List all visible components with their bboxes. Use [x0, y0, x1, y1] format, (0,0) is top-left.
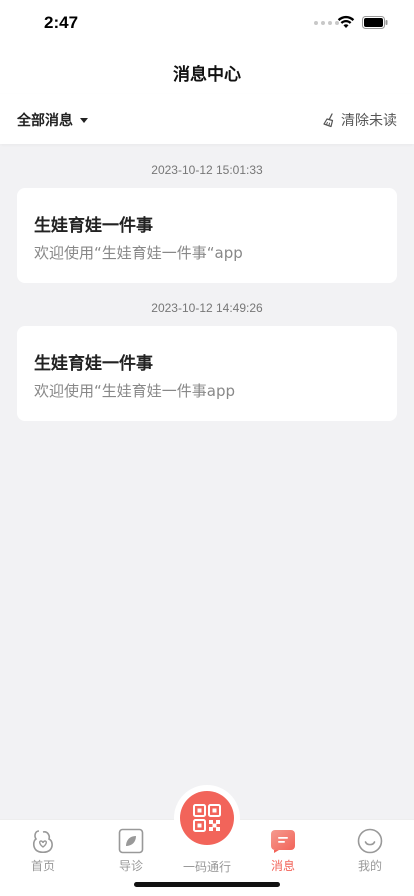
- caret-down-icon: [80, 117, 88, 123]
- tab-label: 我的: [357, 859, 382, 873]
- qr-pass-label: 一码通行: [182, 860, 231, 874]
- message-title: 生娃育娃一件事: [34, 216, 153, 236]
- message-timestamp: 2023-10-12 14:49:26: [151, 301, 263, 315]
- message-filter-dropdown[interactable]: 全部消息: [17, 110, 88, 130]
- broom-icon: [323, 112, 334, 127]
- qr-code-icon: [193, 804, 221, 832]
- clear-unread-label: 清除未读: [341, 113, 397, 129]
- tab-label: 消息: [270, 859, 295, 873]
- profile-icon: [357, 828, 383, 854]
- clear-unread-button[interactable]: 清除未读: [322, 110, 397, 130]
- message-body: 欢迎使用“生娃育娃一件事app: [34, 382, 236, 400]
- qr-pass-button[interactable]: [174, 785, 240, 851]
- battery-icon: [362, 16, 388, 29]
- tab-guide[interactable]: 导诊: [101, 828, 161, 874]
- wifi-icon: [337, 15, 355, 28]
- tab-home[interactable]: 首页: [13, 828, 73, 874]
- filter-label: 全部消息: [17, 113, 73, 129]
- tab-label: 导诊: [118, 859, 143, 873]
- signal-icon: [314, 21, 339, 25]
- nav-bar: 消息中心: [0, 48, 414, 94]
- tab-messages[interactable]: 消息: [253, 828, 313, 874]
- home-icon: [32, 830, 53, 854]
- tab-label: 首页: [30, 859, 55, 873]
- message-body: 欢迎使用“生娃育娃一件事“app: [34, 244, 243, 262]
- home-indicator: [134, 882, 280, 887]
- filter-bar: 全部消息 清除未读: [0, 94, 414, 144]
- guide-icon: [118, 828, 144, 854]
- status-bar: 2:47: [0, 0, 414, 48]
- message-card[interactable]: 生娃育娃一件事 欢迎使用“生娃育娃一件事“app: [17, 188, 397, 283]
- message-card[interactable]: 生娃育娃一件事 欢迎使用“生娃育娃一件事app: [17, 326, 397, 421]
- message-timestamp: 2023-10-12 15:01:33: [151, 163, 263, 177]
- message-icon: [271, 830, 295, 853]
- message-title: 生娃育娃一件事: [34, 354, 153, 374]
- status-time: 2:47: [44, 13, 79, 32]
- page-title: 消息中心: [173, 65, 241, 85]
- tab-profile[interactable]: 我的: [340, 828, 400, 874]
